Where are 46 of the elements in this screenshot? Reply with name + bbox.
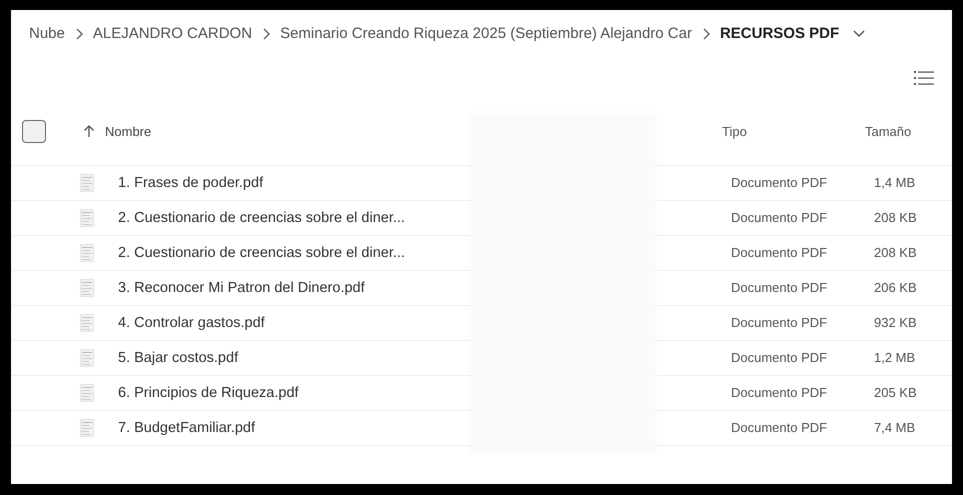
breadcrumb-link[interactable]: ALEJANDRO CARDON (92, 22, 252, 46)
file-name: 6. Principios de Riqueza.pdf (118, 385, 299, 401)
file-size: 206 KB (874, 280, 917, 295)
file-type: Documento PDF (731, 315, 828, 330)
select-all-checkbox[interactable] (22, 120, 46, 143)
file-type: Documento PDF (731, 420, 828, 435)
pdf-page-icon (80, 419, 94, 437)
breadcrumb-link[interactable]: RECURSOS PDF (720, 22, 840, 46)
breadcrumb-link[interactable]: Seminario Creando Riqueza 2025 (Septiembre) Alejandro Car (280, 22, 692, 46)
file-name: 7. BudgetFamiliar.pdf (118, 420, 256, 436)
file-size: 208 KB (874, 210, 917, 225)
file-type: Documento PDF (731, 175, 828, 190)
column-header[interactable]: Nombre (83, 122, 152, 142)
sort-ascending-icon (83, 125, 95, 138)
file-size: 1,2 MB (874, 350, 916, 365)
file-size: 932 KB (874, 315, 917, 330)
chevron-right-icon (702, 28, 710, 40)
file-size: 1,4 MB (874, 175, 916, 190)
file-name: 2. Cuestionario de creencias sobre el diner... (118, 245, 405, 261)
file-size: 7,4 MB (874, 420, 916, 435)
pdf-page-icon (80, 174, 94, 192)
column-header[interactable]: Tamaño (865, 122, 912, 142)
file-name: 2. Cuestionario de creencias sobre el diner... (118, 210, 405, 226)
list-view-icon[interactable] (914, 70, 934, 86)
file-type: Documento PDF (731, 245, 828, 260)
pdf-page-icon (80, 209, 94, 227)
pdf-page-icon (80, 314, 94, 332)
file-type: Documento PDF (731, 385, 828, 400)
file-type: Documento PDF (731, 280, 828, 295)
pdf-page-icon (80, 244, 94, 262)
file-type: Documento PDF (731, 350, 828, 365)
file-size: 208 KB (874, 245, 917, 260)
file-type: Documento PDF (731, 210, 828, 225)
file-name: 1. Frases de poder.pdf (118, 175, 264, 191)
pdf-page-icon (80, 279, 94, 297)
pdf-page-icon (80, 384, 94, 402)
chevron-right-icon (262, 28, 270, 40)
pdf-page-icon (80, 349, 94, 367)
column-header[interactable]: Tipo (722, 122, 747, 142)
breadcrumb-link[interactable]: Nube (29, 22, 65, 46)
file-name: 3. Reconocer Mi Patron del Dinero.pdf (118, 280, 365, 296)
chevron-right-icon (74, 28, 83, 40)
file-name: 4. Controlar gastos.pdf (118, 315, 265, 331)
file-name: 5. Bajar costos.pdf (118, 350, 238, 366)
caret-down-icon[interactable] (853, 30, 866, 38)
file-size: 205 KB (874, 385, 917, 400)
